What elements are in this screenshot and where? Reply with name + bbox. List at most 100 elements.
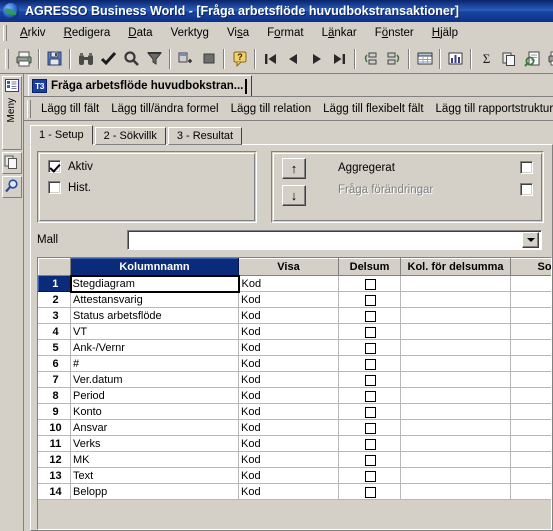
cell-delsum[interactable] [338, 291, 401, 308]
cell-kolumnnamn[interactable]: Stegdiagram [69, 274, 240, 293]
cell-delsum[interactable] [338, 419, 401, 436]
tab-sokvillk[interactable]: 2 - Sökvillk [94, 127, 166, 145]
cell-delsum[interactable] [338, 451, 401, 468]
document-tab[interactable]: T3 Fråga arbetsflöde huvudbokstran... [28, 75, 253, 96]
table-row[interactable]: 9 Konto Kod [38, 403, 551, 420]
copy-icon[interactable] [498, 48, 521, 70]
row-number[interactable]: 1 [38, 275, 71, 292]
stop-icon[interactable] [197, 48, 220, 70]
cell-kolumnnamn[interactable]: Konto [70, 403, 239, 420]
cell-sort[interactable] [510, 307, 551, 324]
row-number[interactable]: 3 [38, 307, 71, 324]
cell-sort[interactable] [510, 323, 551, 340]
add-record-icon[interactable] [174, 48, 197, 70]
cell-kol-for-delsumma[interactable] [400, 339, 511, 356]
tab-resultat[interactable]: 3 - Resultat [167, 127, 243, 145]
row-number[interactable]: 4 [38, 323, 71, 340]
menu-item-hjalp[interactable]: Hjälp [423, 25, 467, 41]
sidebar-item-meny[interactable]: Meny [1, 76, 22, 150]
action-row-grip[interactable] [27, 99, 31, 118]
binoculars-icon[interactable] [74, 48, 97, 70]
cell-delsum[interactable] [338, 275, 401, 292]
cell-visa[interactable]: Kod [238, 387, 339, 404]
cell-visa[interactable]: Kod [238, 483, 339, 500]
row-number[interactable]: 8 [38, 387, 71, 404]
move-down-button[interactable]: ↓ [282, 185, 306, 206]
grid-header-visa[interactable]: Visa [238, 258, 339, 276]
table-row[interactable]: 14 Belopp Kod [38, 483, 551, 500]
cell-delsum[interactable] [338, 323, 401, 340]
delsum-checkbox[interactable] [365, 422, 376, 434]
cell-sort[interactable] [510, 371, 551, 388]
save-icon[interactable] [43, 48, 66, 70]
grid-icon[interactable] [413, 48, 436, 70]
delsum-checkbox[interactable] [365, 310, 376, 322]
cell-sort[interactable] [510, 483, 551, 500]
row-number[interactable]: 13 [38, 467, 71, 484]
row-number[interactable]: 11 [38, 435, 71, 452]
cell-kol-for-delsumma[interactable] [400, 371, 511, 388]
cell-sort[interactable] [510, 291, 551, 308]
toolbar-grip[interactable] [5, 48, 9, 69]
aggregerat-checkbox[interactable] [520, 161, 533, 174]
prev-record-icon[interactable] [282, 48, 305, 70]
move-up-button[interactable]: ↑ [282, 158, 306, 179]
cell-kolumnnamn[interactable]: Period [70, 387, 239, 404]
cell-delsum[interactable] [338, 467, 401, 484]
row-number[interactable]: 14 [38, 483, 71, 500]
cell-kolumnnamn[interactable]: Verks [70, 435, 239, 452]
table-row[interactable]: 12 MK Kod [38, 451, 551, 468]
cell-visa[interactable]: Kod [238, 435, 339, 452]
cell-kolumnnamn[interactable]: Belopp [70, 483, 239, 500]
row-number[interactable]: 2 [38, 291, 71, 308]
row-number[interactable]: 10 [38, 419, 71, 436]
cell-sort[interactable] [510, 467, 551, 484]
cell-visa[interactable]: Kod [238, 419, 339, 436]
cell-kol-for-delsumma[interactable] [400, 435, 511, 452]
cell-visa[interactable]: Kod [238, 307, 339, 324]
row-number[interactable]: 6 [38, 355, 71, 372]
delsum-checkbox[interactable] [365, 326, 376, 338]
cell-delsum[interactable] [338, 371, 401, 388]
sigma-icon[interactable]: Σ [475, 48, 498, 70]
grid-header-kol[interactable]: Kol. för delsumma [400, 258, 511, 276]
cell-visa[interactable]: Kod [238, 355, 339, 372]
menu-item-visa[interactable]: Visa [218, 25, 258, 41]
delsum-checkbox[interactable] [365, 470, 376, 482]
cell-delsum[interactable] [338, 483, 401, 500]
first-record-icon[interactable] [259, 48, 282, 70]
cell-sort[interactable] [510, 435, 551, 452]
help-icon[interactable]: ? [228, 48, 251, 70]
row-number[interactable]: 9 [38, 403, 71, 420]
row-number[interactable]: 5 [38, 339, 71, 356]
cell-kol-for-delsumma[interactable] [400, 275, 511, 292]
aktiv-checkbox[interactable] [48, 160, 61, 173]
add-relation-button[interactable]: Lägg till relation [225, 101, 318, 117]
cell-sort[interactable] [510, 419, 551, 436]
cell-kol-for-delsumma[interactable] [400, 307, 511, 324]
chart-icon[interactable] [444, 48, 467, 70]
next-record-icon[interactable] [305, 48, 328, 70]
cell-delsum[interactable] [338, 355, 401, 372]
delsum-checkbox[interactable] [365, 454, 376, 466]
cell-visa[interactable]: Kod [238, 451, 339, 468]
cell-sort[interactable] [510, 387, 551, 404]
cell-sort[interactable] [510, 403, 551, 420]
row-number[interactable]: 12 [38, 451, 71, 468]
table-row[interactable]: 8 Period Kod [38, 387, 551, 404]
cell-kolumnnamn[interactable]: VT [70, 323, 239, 340]
cell-kolumnnamn[interactable]: Ver.datum [70, 371, 239, 388]
table-row[interactable]: 11 Verks Kod [38, 435, 551, 452]
cell-sort[interactable] [510, 451, 551, 468]
grid-header-kolumnnamn[interactable]: Kolumnnamn [70, 258, 239, 276]
cell-visa[interactable]: Kod [238, 323, 339, 340]
cell-kolumnnamn[interactable]: Ansvar [70, 419, 239, 436]
cell-kol-for-delsumma[interactable] [400, 387, 511, 404]
cell-sort[interactable] [510, 339, 551, 356]
delsum-checkbox[interactable] [365, 358, 376, 370]
cell-kol-for-delsumma[interactable] [400, 419, 511, 436]
delsum-checkbox[interactable] [365, 294, 376, 306]
cell-kol-for-delsumma[interactable] [400, 451, 511, 468]
cell-kol-for-delsumma[interactable] [400, 467, 511, 484]
grid-header-sort[interactable]: Sort [510, 258, 551, 276]
